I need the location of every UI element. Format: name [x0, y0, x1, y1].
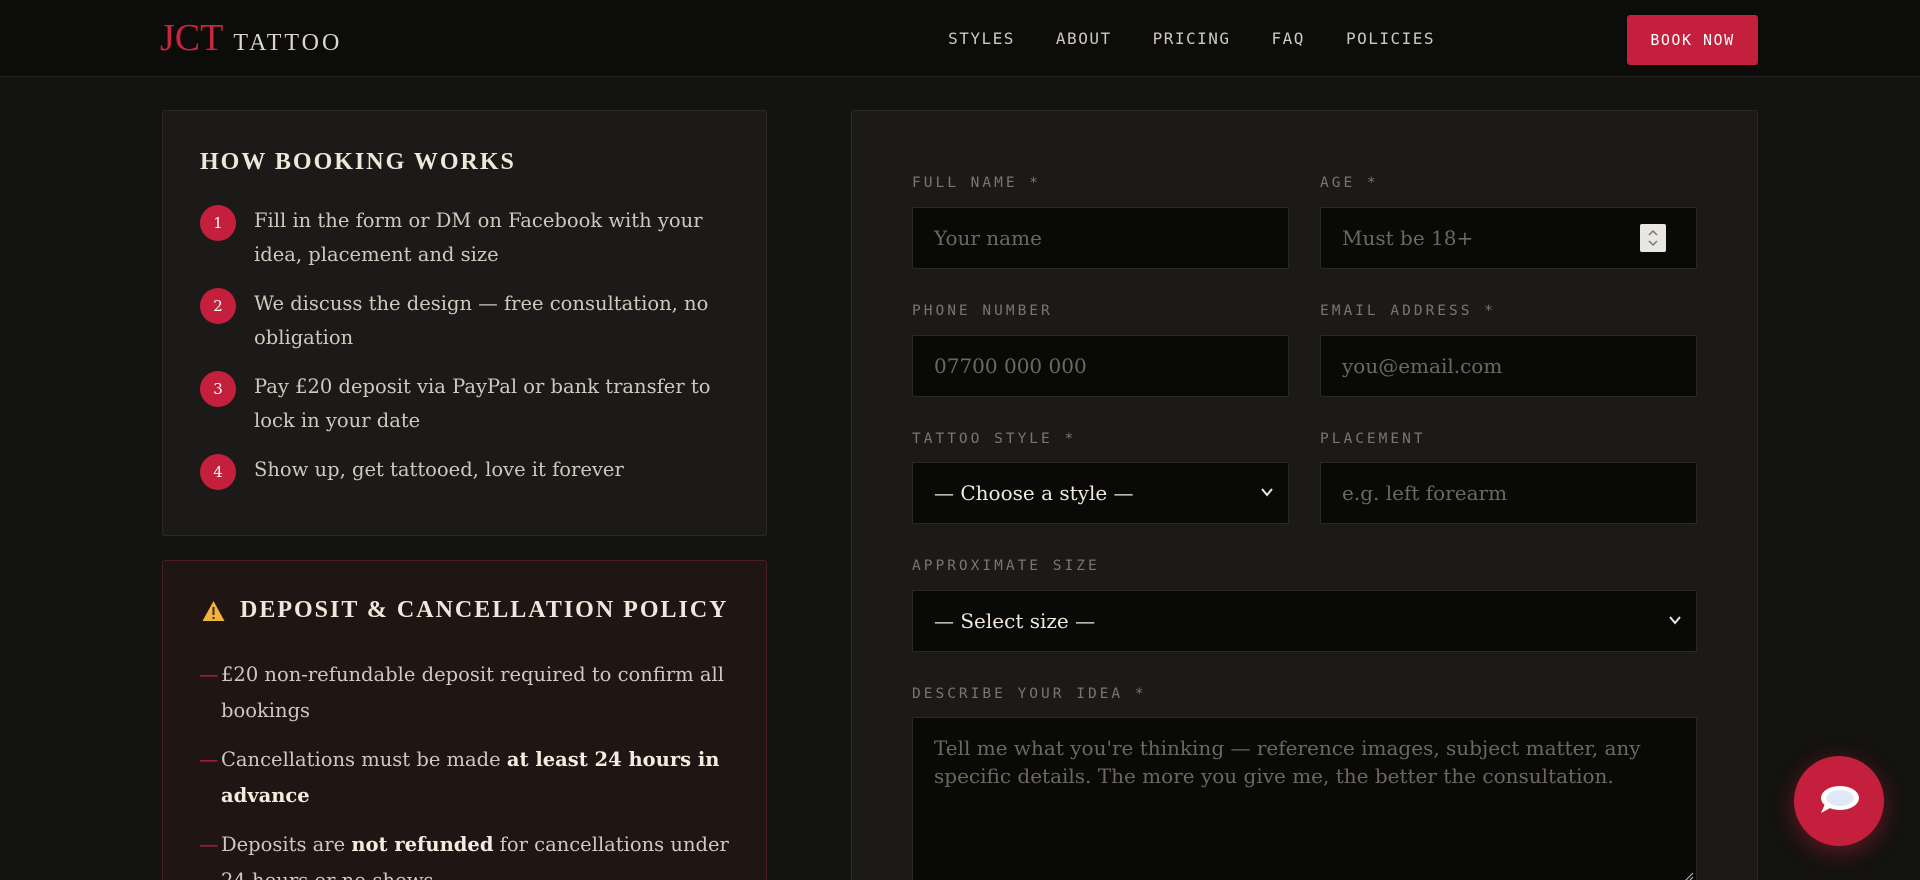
step-item: 2 We discuss the design — free consultat…	[200, 288, 740, 355]
step-text: Fill in the form or DM on Facebook with …	[254, 209, 703, 266]
step-item: 1 Fill in the form or DM on Facebook wit…	[200, 205, 740, 272]
idea-label: DESCRIBE YOUR IDEA *	[912, 686, 1147, 702]
policy-dash: —	[199, 833, 219, 856]
nav-faq[interactable]: FAQ	[1272, 29, 1305, 48]
logo-wordmark: TATTOO	[233, 30, 343, 56]
age-input[interactable]: Must be 18+	[1320, 207, 1697, 269]
site-header: JCT TATTOO STYLES ABOUT PRICING FAQ POLI…	[0, 0, 1920, 77]
full-name-input[interactable]: Your name	[912, 207, 1289, 269]
email-label: EMAIL ADDRESS *	[1320, 303, 1496, 319]
policy-dash: —	[199, 748, 219, 771]
step-number: 4	[200, 454, 236, 490]
age-placeholder: Must be 18+	[1342, 226, 1474, 250]
nav-about[interactable]: ABOUT	[1056, 29, 1112, 48]
idea-placeholder: Tell me what you're thinking — reference…	[934, 736, 1641, 788]
policy-dash: —	[199, 663, 219, 686]
policy-item: — Cancellations must be made at least 24…	[199, 742, 739, 814]
step-number: 1	[200, 205, 236, 241]
chat-bubble-icon	[1821, 786, 1859, 813]
step-item: 3 Pay £20 deposit via PayPal or bank tra…	[200, 371, 740, 438]
steps-list: 1 Fill in the form or DM on Facebook wit…	[200, 205, 740, 506]
how-booking-card: HOW BOOKING WORKS 1 Fill in the form or …	[162, 110, 767, 536]
policy-title: DEPOSIT & CANCELLATION POLICY	[240, 597, 729, 623]
nav-policies[interactable]: POLICIES	[1346, 29, 1435, 48]
book-now-button[interactable]: BOOK NOW	[1627, 15, 1758, 65]
full-name-placeholder: Your name	[934, 226, 1042, 250]
how-booking-title: HOW BOOKING WORKS	[200, 149, 516, 175]
step-item: 4 Show up, get tattooed, love it forever	[200, 454, 740, 490]
policy-text: £20 non-refundable deposit required to c…	[221, 663, 724, 722]
tattoo-style-label: TATTOO STYLE *	[912, 431, 1077, 447]
booking-form: FULL NAME * Your name AGE * Must be 18+ …	[851, 110, 1758, 880]
chevron-down-icon	[1261, 488, 1273, 497]
email-input[interactable]: you@email.com	[1320, 335, 1697, 397]
number-spinner[interactable]	[1640, 224, 1666, 252]
policy-list: — £20 non-refundable deposit required to…	[199, 657, 739, 880]
chevron-down-icon	[1669, 616, 1681, 625]
step-text: We discuss the design — free consultatio…	[254, 292, 709, 349]
step-text: Pay £20 deposit via PayPal or bank trans…	[254, 375, 711, 432]
policy-text: Cancellations must be made at least 24 h…	[221, 748, 720, 807]
policy-text: Deposits are not refunded for cancellati…	[221, 833, 729, 880]
size-label: APPROXIMATE SIZE	[912, 558, 1100, 574]
policy-item: — Deposits are not refunded for cancella…	[199, 827, 739, 880]
phone-placeholder: 07700 000 000	[934, 354, 1087, 378]
tattoo-style-value: — Choose a style —	[934, 481, 1134, 505]
idea-textarea[interactable]: Tell me what you're thinking — reference…	[912, 717, 1697, 880]
size-value: — Select size —	[934, 609, 1096, 633]
full-name-label: FULL NAME *	[912, 175, 1042, 191]
chat-button[interactable]	[1794, 756, 1884, 846]
tattoo-style-select[interactable]: — Choose a style —	[912, 462, 1289, 524]
step-number: 2	[200, 288, 236, 324]
step-text: Show up, get tattooed, love it forever	[254, 458, 624, 481]
placement-placeholder: e.g. left forearm	[1342, 481, 1508, 505]
nav-pricing[interactable]: PRICING	[1153, 29, 1231, 48]
phone-input[interactable]: 07700 000 000	[912, 335, 1289, 397]
warning-icon	[202, 600, 225, 621]
step-number: 3	[200, 371, 236, 407]
age-label: AGE *	[1320, 175, 1379, 191]
resize-handle-icon[interactable]	[1678, 868, 1694, 880]
size-select[interactable]: — Select size —	[912, 590, 1697, 652]
email-placeholder: you@email.com	[1342, 354, 1503, 378]
phone-label: PHONE NUMBER	[912, 303, 1053, 319]
policy-heading: DEPOSIT & CANCELLATION POLICY	[201, 597, 729, 624]
logo[interactable]: JCT TATTOO	[160, 16, 342, 60]
deposit-policy-card: DEPOSIT & CANCELLATION POLICY — £20 non-…	[162, 560, 767, 880]
nav-styles[interactable]: STYLES	[948, 29, 1015, 48]
main-nav: STYLES ABOUT PRICING FAQ POLICIES	[948, 0, 1435, 77]
placement-input[interactable]: e.g. left forearm	[1320, 462, 1697, 524]
logo-mark: JCT	[160, 17, 224, 59]
placement-label: PLACEMENT	[1320, 431, 1426, 447]
policy-item: — £20 non-refundable deposit required to…	[199, 657, 739, 729]
spinner-arrows-icon	[1648, 229, 1658, 247]
